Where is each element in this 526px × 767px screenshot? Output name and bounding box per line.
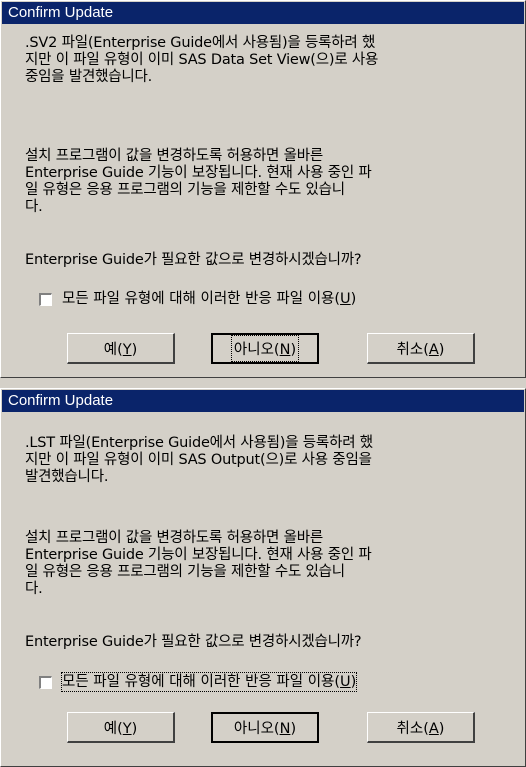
- yes-button[interactable]: 예(Y): [67, 712, 175, 743]
- no-button[interactable]: 아니오(N): [211, 712, 319, 743]
- dialog-title: Confirm Update: [2, 390, 524, 412]
- message-conflict: .SV2 파일(Enterprise Guide에서 사용됨)을 등록하려 했 …: [25, 35, 379, 85]
- no-button[interactable]: 아니오(N): [211, 333, 319, 364]
- message-conflict: .LST 파일(Enterprise Guide에서 사용됨)을 등록하려 했 …: [25, 435, 373, 485]
- apply-all-checkbox-row[interactable]: 모든 파일 유형에 대해 이러한 반응 파일 이용(U): [39, 672, 358, 692]
- message-explanation: 설치 프로그램이 값을 변경하도록 허용하면 올바른 Enterprise Gu…: [25, 148, 372, 215]
- confirm-update-dialog-sv2: Confirm Update .SV2 파일(Enterprise Guide에…: [0, 0, 526, 378]
- message-explanation: 설치 프로그램이 값을 변경하도록 허용하면 올바른 Enterprise Gu…: [25, 530, 372, 597]
- apply-all-checkbox-label[interactable]: 모든 파일 유형에 대해 이러한 반응 파일 이용(U): [62, 290, 356, 308]
- apply-all-checkbox-row[interactable]: 모든 파일 유형에 대해 이러한 반응 파일 이용(U): [39, 290, 356, 308]
- cancel-button[interactable]: 취소(A): [367, 333, 475, 364]
- question-text: Enterprise Guide가 필요한 값으로 변경하시겠습니까?: [25, 252, 362, 268]
- yes-button[interactable]: 예(Y): [67, 333, 175, 364]
- dialog-title: Confirm Update: [2, 2, 524, 24]
- question-text: Enterprise Guide가 필요한 값으로 변경하시겠습니까?: [25, 634, 362, 650]
- cancel-button[interactable]: 취소(A): [367, 712, 475, 743]
- apply-all-checkbox-label[interactable]: 모든 파일 유형에 대해 이러한 반응 파일 이용(U): [60, 672, 358, 692]
- apply-all-checkbox[interactable]: [39, 675, 52, 689]
- apply-all-checkbox[interactable]: [39, 292, 52, 306]
- confirm-update-dialog-lst: Confirm Update .LST 파일(Enterprise Guide에…: [0, 388, 526, 767]
